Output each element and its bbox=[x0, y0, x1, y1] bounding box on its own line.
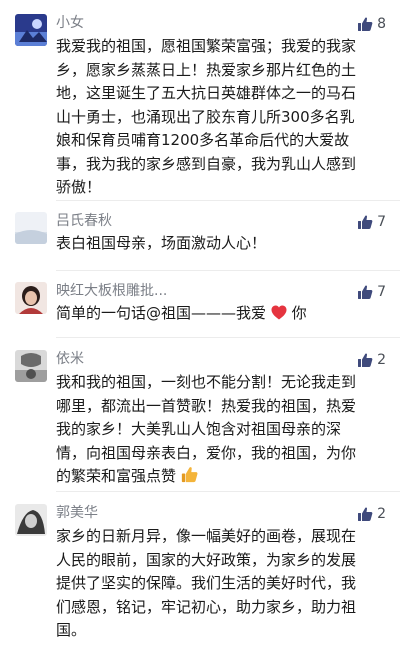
like-button[interactable]: 8 bbox=[357, 14, 386, 34]
commenter-name[interactable]: 吕氏春秋 bbox=[56, 211, 112, 231]
avatar[interactable] bbox=[15, 504, 47, 536]
commenter-name[interactable]: 小女 bbox=[56, 13, 84, 33]
commenter-name[interactable]: 映红大板根雕批... bbox=[56, 281, 167, 301]
comment-item: 郭美华 2 家乡的日新月异，像一幅美好的画卷，展现在 人民的眼前，国家的大好政策… bbox=[0, 491, 400, 646]
comment-line: 乡，愿家乡蒸蒸日上！热爱家乡那片红色的土 bbox=[56, 60, 357, 79]
comment-line: 山十勇士，也涌现出了胶东育儿所300多名乳 bbox=[56, 107, 355, 126]
thumbs-up-icon bbox=[358, 17, 373, 31]
comment-line: 家乡的日新月异，像一幅美好的画卷，展现在 bbox=[56, 527, 357, 545]
comment-item: 映红大板根雕批... 7 简单的一句话@祖国———我爱 你 bbox=[0, 270, 400, 336]
comment-last-line: 的繁荣和富强点赞 bbox=[56, 467, 177, 485]
comment-line: 我和我的祖国，一刻也不能分割！无论我走到 bbox=[56, 373, 357, 391]
comment-text: 我爱我的祖国，愿祖国繁荣富强；我爱的我家 乡，愿家乡蒸蒸日上！热爱家乡那片红色的… bbox=[56, 35, 386, 200]
comment-item: 小女 8 我爱我的祖国，愿祖国繁荣富强；我爱的我家 乡，愿家乡蒸蒸日上！热爱家乡… bbox=[0, 0, 400, 196]
comment-line: 地，这里诞生了五大抗日英雄群体之一的马石 bbox=[56, 84, 357, 102]
thumbs-up-icon bbox=[358, 507, 373, 521]
comment-line: 事，我为我的家乡感到自豪，我为乳山人感到 bbox=[56, 154, 357, 173]
like-count: 2 bbox=[377, 506, 386, 522]
thumbs-up-icon bbox=[358, 353, 373, 367]
comment-line: 人民的眼前，国家的大好政策，为家乡的发展 bbox=[56, 550, 357, 569]
like-button[interactable]: 7 bbox=[357, 212, 386, 232]
comment-text: 我和我的祖国，一刻也不能分割！无论我走到 哪里，都流出一首赞歌！热爱我的祖国，热… bbox=[56, 371, 386, 489]
comment-line: 骄傲！ bbox=[56, 178, 102, 196]
comment-line: 简单的一句话@祖国———我爱 你 bbox=[56, 302, 386, 326]
comment-text: 表白祖国母亲，场面激动人心！ bbox=[56, 232, 386, 256]
avatar[interactable] bbox=[15, 350, 47, 382]
like-button[interactable]: 2 bbox=[357, 504, 386, 524]
comment-item: 吕氏春秋 7 表白祖国母亲，场面激动人心！ bbox=[0, 200, 400, 266]
comment-text: 家乡的日新月异，像一幅美好的画卷，展现在 人民的眼前，国家的大好政策，为家乡的发… bbox=[56, 525, 386, 643]
comment-line: 表白祖国母亲，场面激动人心！ bbox=[56, 234, 267, 252]
comment-text-after: 你 bbox=[291, 304, 307, 322]
comment-line: 们感恩，铭记，牢记初心，助力家乡，助力祖 bbox=[56, 597, 357, 616]
comment-list: 小女 8 我爱我的祖国，愿祖国繁荣富强；我爱的我家 乡，愿家乡蒸蒸日上！热爱家乡… bbox=[0, 0, 400, 646]
thumbs-up-icon bbox=[358, 215, 373, 229]
comment-line: 情，向祖国母亲表白，爱你，我的祖国，为你 bbox=[56, 443, 357, 462]
comment-line: 提供了坚实的保障。我们生活的美好时代，我 bbox=[56, 574, 357, 592]
comment-line: 的繁荣和富强点赞 bbox=[56, 465, 386, 489]
red-heart-emoji bbox=[271, 305, 287, 320]
comment-line: 哪里，都流出一首赞歌！热爱我的祖国，热爱 bbox=[56, 396, 357, 415]
like-count: 8 bbox=[377, 16, 386, 32]
like-count: 7 bbox=[377, 284, 386, 300]
like-button[interactable]: 7 bbox=[357, 282, 386, 302]
thumbs-up-emoji bbox=[181, 467, 198, 483]
commenter-name[interactable]: 郭美华 bbox=[56, 503, 98, 523]
like-button[interactable]: 2 bbox=[357, 350, 386, 370]
like-count: 7 bbox=[377, 214, 386, 230]
comment-item: 依米 2 我和我的祖国，一刻也不能分割！无论我走到 哪里，都流出一首赞歌！热爱我… bbox=[0, 337, 400, 487]
comment-text-before: 简单的一句话@祖国———我爱 bbox=[56, 304, 267, 322]
comment-line: 我爱我的祖国，愿祖国繁荣富强；我爱的我家 bbox=[56, 37, 357, 55]
comment-line: 国。 bbox=[56, 621, 87, 639]
comment-line: 娘和保育员哺育1200多名革命后代的大爱故 bbox=[56, 131, 350, 149]
avatar[interactable] bbox=[15, 14, 47, 46]
avatar[interactable] bbox=[15, 212, 47, 244]
comment-text: 简单的一句话@祖国———我爱 你 bbox=[56, 302, 386, 326]
commenter-name[interactable]: 依米 bbox=[56, 349, 84, 369]
like-count: 2 bbox=[377, 352, 386, 368]
thumbs-up-icon bbox=[358, 285, 373, 299]
comment-line: 我的家乡！大美乳山人饱含对祖国母亲的深 bbox=[56, 420, 342, 438]
avatar[interactable] bbox=[15, 282, 47, 314]
